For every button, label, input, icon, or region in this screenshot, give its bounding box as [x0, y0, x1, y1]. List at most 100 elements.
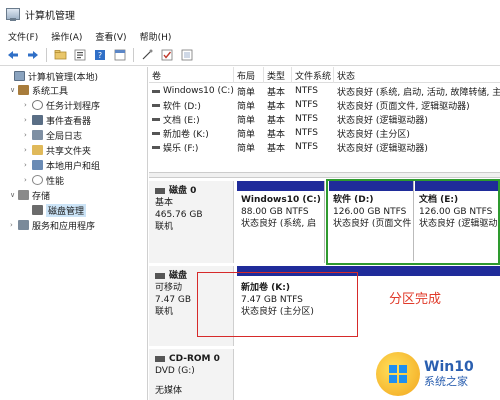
volume-filesystem: NTFS — [295, 86, 318, 96]
tree-item-event-viewer[interactable]: › 事件查看器 — [24, 113, 91, 127]
column-header-status[interactable]: 状态 — [334, 67, 500, 83]
volume-name: Windows10 (C:) — [163, 86, 234, 96]
disk-0-label[interactable]: 磁盘 0 基本 465.76 GB 联机 — [149, 181, 234, 263]
tools-icon — [18, 85, 29, 95]
partition-status: 状态良好 (逻辑驱动 — [419, 219, 498, 229]
help-icon[interactable]: ? — [93, 48, 107, 62]
partition-c[interactable]: Windows10 (C:) 88.00 GB NTFS 状态良好 (系统, 启 — [237, 181, 325, 263]
volume-type: 基本 — [267, 143, 286, 154]
tree-item-computer-management[interactable]: 计算机管理(本地) — [6, 69, 98, 83]
tree-item-shared-folders[interactable]: › 共享文件夹 — [24, 143, 91, 157]
disk-name: 磁盘 0 — [169, 186, 197, 196]
partition-d[interactable]: 软件 (D:) 126.00 GB NTFS 状态良好 (页面文件 — [329, 181, 414, 261]
table-row[interactable]: 新加卷 (K:) 简单 基本 NTFS 状态良好 (主分区) — [149, 126, 500, 140]
cdrom-label[interactable]: CD-ROM 0 DVD (G:) 无媒体 — [149, 349, 234, 400]
column-header-layout[interactable]: 布局 — [234, 67, 264, 83]
volume-name: 新加卷 (K:) — [163, 129, 209, 140]
menu-bar: 文件(F) 操作(A) 查看(V) 帮助(H) — [0, 28, 500, 44]
column-header-volume[interactable]: 卷 — [149, 67, 234, 83]
volume-icon — [152, 103, 160, 107]
partition-size: 88.00 GB NTFS — [241, 207, 309, 217]
partition-e[interactable]: 文档 (E:) 126.00 GB NTFS 状态良好 (逻辑驱动 — [415, 181, 498, 261]
users-icon — [32, 160, 43, 170]
disk-size: 465.76 GB — [155, 210, 203, 220]
partition-bar — [329, 181, 413, 191]
collapse-arrow-icon: › — [24, 161, 27, 169]
tree-item-label: 系统工具 — [32, 86, 69, 97]
disk-type: DVD (G:) — [155, 366, 195, 376]
forward-arrow-icon[interactable] — [26, 48, 40, 62]
tree-item-task-scheduler[interactable]: › 任务计划程序 — [24, 98, 100, 112]
partition-name: 软件 (D:) — [333, 195, 374, 205]
volume-list-header: 卷 布局 类型 文件系统 状态 — [149, 67, 500, 83]
disk-status: 无媒体 — [155, 386, 183, 396]
tree-item-label: 存储 — [32, 191, 51, 202]
disk-management-icon — [32, 205, 43, 215]
log-icon — [32, 130, 43, 140]
check-icon[interactable] — [160, 48, 174, 62]
volume-status: 状态良好 (系统, 启动, 活动, 故障转储, 主 — [337, 87, 500, 98]
menu-action[interactable]: 操作(A) — [51, 30, 82, 43]
navigation-tree: 计算机管理(本地) ∨ 系统工具 › 任务计划程序 › 事件查看器 › 全局日志… — [0, 67, 148, 400]
tree-item-disk-management[interactable]: 磁盘管理 — [24, 203, 87, 217]
toolbar: ? — [0, 44, 500, 66]
disk-icon — [155, 273, 165, 279]
volume-filesystem: NTFS — [295, 114, 318, 124]
volume-filesystem: NTFS — [295, 128, 318, 138]
tree-item-global-log[interactable]: › 全局日志 — [24, 128, 82, 142]
disk-name: CD-ROM 0 — [169, 354, 220, 364]
properties-icon[interactable] — [73, 48, 87, 62]
volume-layout: 简单 — [237, 87, 256, 98]
show-hide-icon[interactable] — [113, 48, 127, 62]
tree-item-performance[interactable]: › 性能 — [24, 173, 64, 187]
computer-icon — [14, 71, 25, 81]
tree-item-services-apps[interactable]: › 服务和应用程序 — [10, 218, 95, 232]
connect-icon[interactable] — [140, 48, 154, 62]
volume-icon — [152, 117, 160, 121]
menu-help[interactable]: 帮助(H) — [140, 30, 172, 43]
expand-arrow-icon: ∨ — [10, 191, 16, 199]
shared-folder-icon — [32, 145, 43, 155]
collapse-arrow-icon: › — [24, 176, 27, 184]
table-row[interactable]: Windows10 (C:) 简单 基本 NTFS 状态良好 (系统, 启动, … — [149, 84, 500, 98]
table-row[interactable]: 软件 (D:) 简单 基本 NTFS 状态良好 (页面文件, 逻辑驱动器) — [149, 98, 500, 112]
volume-layout: 简单 — [237, 143, 256, 154]
disk-status: 联机 — [155, 222, 174, 232]
volume-status: 状态良好 (逻辑驱动器) — [337, 115, 428, 126]
back-arrow-icon[interactable] — [6, 48, 20, 62]
tree-item-label: 本地用户和组 — [46, 161, 101, 172]
tree-item-local-users[interactable]: › 本地用户和组 — [24, 158, 100, 172]
column-header-type[interactable]: 类型 — [264, 67, 292, 83]
title-bar: 计算机管理 — [0, 0, 500, 28]
cdrom-icon — [155, 356, 165, 362]
disk-name: 磁盘 — [169, 271, 188, 281]
collapse-arrow-icon: › — [24, 116, 27, 124]
table-row[interactable]: 文档 (E:) 简单 基本 NTFS 状态良好 (逻辑驱动器) — [149, 112, 500, 126]
volume-type: 基本 — [267, 101, 286, 112]
tree-item-system-tools[interactable]: ∨ 系统工具 — [10, 83, 68, 97]
volume-type: 基本 — [267, 129, 286, 140]
partition-name: 文档 (E:) — [419, 195, 459, 205]
menu-view[interactable]: 查看(V) — [95, 30, 126, 43]
export-icon[interactable] — [180, 48, 194, 62]
disk-icon — [155, 188, 165, 194]
collapse-arrow-icon: › — [24, 131, 27, 139]
folder-up-icon[interactable] — [53, 48, 67, 62]
column-header-filesystem[interactable]: 文件系统 — [292, 67, 334, 83]
event-viewer-icon — [32, 115, 43, 125]
storage-icon — [18, 190, 29, 200]
collapse-arrow-icon: › — [24, 101, 27, 109]
volume-type: 基本 — [267, 87, 286, 98]
partition-size: 126.00 GB NTFS — [419, 207, 493, 217]
volume-name: 文档 (E:) — [163, 115, 200, 126]
volume-filesystem: NTFS — [295, 100, 318, 110]
tree-item-label: 共享文件夹 — [46, 146, 92, 157]
menu-file[interactable]: 文件(F) — [8, 30, 38, 43]
table-row[interactable]: 娱乐 (F:) 简单 基本 NTFS 状态良好 (逻辑驱动器) — [149, 140, 500, 154]
partition-status: 状态良好 (系统, 启 — [241, 219, 317, 229]
services-icon — [18, 220, 29, 230]
tree-item-storage[interactable]: ∨ 存储 — [10, 188, 50, 202]
volume-icon — [152, 145, 160, 149]
watermark: Win10 系统之家 — [376, 349, 500, 399]
toolbar-separator — [133, 47, 134, 62]
